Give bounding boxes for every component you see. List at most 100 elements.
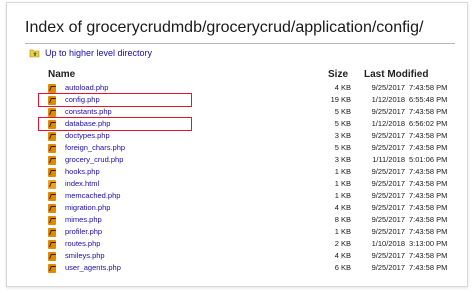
title-divider [25,43,455,44]
file-row: constants.php 5 KB 9/25/2017 7:43:58 PM [31,106,455,118]
file-time: 7:43:58 PM [409,263,448,272]
file-time: 7:43:58 PM [409,251,448,260]
file-size: 4 KB [334,83,351,92]
file-time: 5:01:06 PM [409,155,448,164]
file-size: 1 KB [334,167,351,176]
file-row: routes.php 2 KB 1/10/2018 3:13:00 PM [31,238,455,250]
file-link[interactable]: routes.php [65,238,100,250]
php-file-icon [48,228,56,237]
file-link[interactable]: migration.php [65,202,110,214]
php-file-icon [48,240,56,249]
file-time: 7:43:58 PM [409,143,448,152]
file-link[interactable]: memcached.php [65,190,120,202]
file-link[interactable]: smileys.php [65,250,105,262]
file-link[interactable]: grocery_crud.php [65,154,123,166]
file-row: doctypes.php 3 KB 9/25/2017 7:43:58 PM [31,130,455,142]
file-size: 3 KB [334,155,351,164]
file-link[interactable]: database.php [65,118,110,130]
php-file-icon [48,168,56,177]
folder-up-icon [29,49,40,58]
file-row: user_agents.php 6 KB 9/25/2017 7:43:58 PM [31,262,455,274]
column-header-size[interactable]: Size [328,69,348,81]
file-date: 9/25/2017 [371,167,405,176]
file-time: 7:43:58 PM [409,191,448,200]
file-size: 4 KB [334,203,351,212]
file-date: 9/25/2017 [371,227,405,236]
file-row: hooks.php 1 KB 9/25/2017 7:43:58 PM [31,166,455,178]
file-date: 9/25/2017 [371,251,405,260]
column-header-name[interactable]: Name [48,69,75,81]
file-date: 9/25/2017 [371,179,405,188]
file-size: 2 KB [334,239,351,248]
file-size: 1 KB [334,179,351,188]
file-time: 7:43:58 PM [409,227,448,236]
file-date: 9/25/2017 [371,107,405,116]
file-row: config.php 19 KB 1/12/2018 6:55:48 PM [31,94,455,106]
file-row: index.html 1 KB 9/25/2017 7:43:58 PM [31,178,455,190]
file-time: 6:56:02 PM [409,119,448,128]
file-date: 9/25/2017 [371,215,405,224]
file-time: 7:43:58 PM [409,203,448,212]
file-date: 9/25/2017 [371,263,405,272]
file-size: 5 KB [334,107,351,116]
file-date: 9/25/2017 [371,131,405,140]
file-link[interactable]: mimes.php [65,214,102,226]
file-link[interactable]: constants.php [65,106,112,118]
php-file-icon [48,144,56,153]
file-date: 1/11/2018 [372,155,405,164]
php-file-icon [48,264,56,273]
php-file-icon [48,192,56,201]
php-file-icon [48,96,56,105]
file-row: smileys.php 4 KB 9/25/2017 7:43:58 PM [31,250,455,262]
file-row: foreign_chars.php 5 KB 9/25/2017 7:43:58 PM [31,142,455,154]
file-size: 5 KB [334,143,351,152]
up-directory-link[interactable]: Up to higher level directory [29,47,152,59]
file-link[interactable]: index.html [65,178,99,190]
file-time: 7:43:58 PM [409,179,448,188]
file-row: migration.php 4 KB 9/25/2017 7:43:58 PM [31,202,455,214]
file-date: 9/25/2017 [371,83,405,92]
php-file-icon [48,84,56,93]
directory-listing-frame: Index of grocerycrudmdb/grocerycrud/appl… [6,2,468,287]
file-link[interactable]: doctypes.php [65,130,110,142]
column-header-last-modified[interactable]: Last Modified [364,69,428,81]
file-time: 7:43:58 PM [409,167,448,176]
file-date: 9/25/2017 [371,191,405,200]
file-row: profiler.php 1 KB 9/25/2017 7:43:58 PM [31,226,455,238]
file-row: database.php 5 KB 1/12/2018 6:56:02 PM [31,118,455,130]
file-row: autoload.php 4 KB 9/25/2017 7:43:58 PM [31,82,455,94]
file-size: 8 KB [334,215,351,224]
php-file-icon [48,120,56,129]
file-row: mimes.php 8 KB 9/25/2017 7:43:58 PM [31,214,455,226]
file-time: 6:55:48 PM [409,95,448,104]
php-file-icon [48,132,56,141]
file-date: 1/10/2018 [371,239,405,248]
file-time: 7:43:58 PM [409,215,448,224]
file-time: 7:43:58 PM [409,83,448,92]
file-date: 1/12/2018 [371,95,405,104]
file-link[interactable]: config.php [65,94,100,106]
file-size: 19 KB [330,95,351,104]
file-size: 3 KB [334,131,351,140]
file-link[interactable]: autoload.php [65,82,108,94]
file-link[interactable]: foreign_chars.php [65,142,125,154]
file-size: 5 KB [334,119,351,128]
file-link[interactable]: hooks.php [65,166,100,178]
file-time: 7:43:58 PM [409,131,448,140]
file-row: memcached.php 1 KB 9/25/2017 7:43:58 PM [31,190,455,202]
file-link[interactable]: user_agents.php [65,262,121,274]
file-size: 1 KB [334,191,351,200]
file-size: 4 KB [334,251,351,260]
php-file-icon [48,108,56,117]
php-file-icon [48,252,56,261]
file-date: 9/25/2017 [371,203,405,212]
page-title: Index of grocerycrudmdb/grocerycrud/appl… [25,19,424,36]
file-link[interactable]: profiler.php [65,226,102,238]
file-size: 6 KB [334,263,351,272]
file-row: grocery_crud.php 3 KB 1/11/2018 5:01:06 PM [31,154,455,166]
file-size: 1 KB [334,227,351,236]
file-date: 1/12/2018 [371,119,405,128]
up-directory-label: Up to higher level directory [45,48,153,58]
php-file-icon [48,216,56,225]
php-file-icon [48,204,56,213]
